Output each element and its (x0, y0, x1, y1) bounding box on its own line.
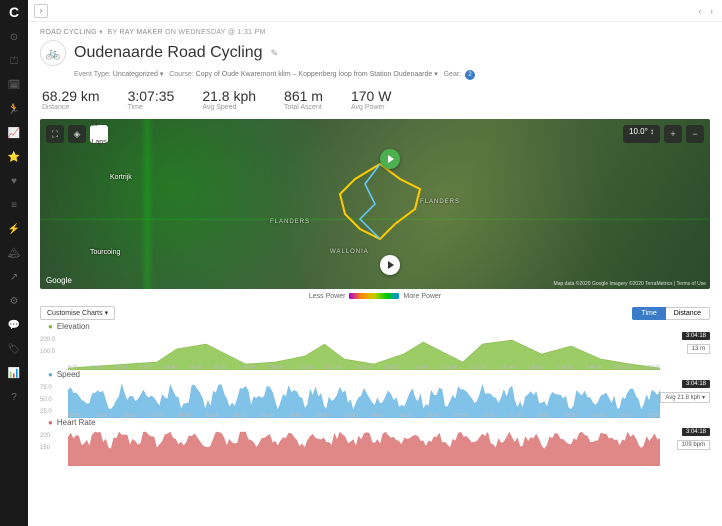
chart-header: Customise Charts ▾ Time Distance (40, 306, 710, 320)
map-laps-toggle[interactable]: ☐ Laps (90, 125, 108, 143)
chart-speed-value[interactable]: Avg 21.8 kph ▾ (660, 392, 710, 403)
activity-type-icon: 🚲 (40, 40, 66, 66)
chart-elevation-title: Elevation (48, 322, 90, 331)
course-select[interactable]: Copy of Oude Kwaremont klim – Koppenberg… (196, 71, 438, 78)
google-logo: Google (46, 276, 72, 285)
map-heading[interactable]: 10.0° ↕ (623, 125, 660, 143)
side-item-6[interactable]: ♥ (7, 174, 21, 188)
side-item-8[interactable]: ⚡ (7, 222, 21, 236)
next-activity[interactable]: › (707, 6, 716, 16)
chart-speed-endflag: 3:04:18 (682, 380, 710, 388)
breadcrumb: ROAD CYCLING ▾ BY RAY MAKER ON WEDNESDAY… (40, 28, 710, 36)
stat-ascent: 861 mTotal Ascent (284, 88, 323, 111)
map-controls-left: ⛶ ◈ ☐ Laps (46, 125, 108, 143)
meta-row: Event Type: Uncategorized ▾ Course: Copy… (74, 70, 710, 80)
chart-speed-title: Speed (48, 370, 80, 379)
side-item-5[interactable]: ⭐ (7, 150, 21, 164)
chart-elevation-yaxis: 200.0100.0 (40, 334, 55, 358)
toggle-time[interactable]: Time (632, 307, 665, 320)
map-city-tourcoing: Tourcoing (90, 249, 120, 256)
power-legend: Less PowerMore Power (40, 293, 710, 300)
side-item-12[interactable]: 💬 (7, 318, 21, 332)
side-item-13[interactable]: 🏷 (7, 342, 21, 356)
gear-badge[interactable]: 2 (465, 70, 475, 80)
side-item-7[interactable]: ≡ (7, 198, 21, 212)
app-logo: C (9, 4, 19, 20)
edit-title-icon[interactable]: ✎ (271, 48, 279, 59)
side-item-0[interactable]: ⊙ (7, 30, 21, 44)
map-region-flanders-1: FLANDERS (270, 219, 310, 225)
chart-hr-value: 109 bpm (677, 440, 710, 450)
map-layers-icon[interactable]: ◈ (68, 125, 86, 143)
side-item-3[interactable]: 🏃 (7, 102, 21, 116)
map-city-kortrijk: Kortrijk (110, 174, 132, 181)
side-item-15[interactable]: ? (7, 390, 21, 404)
content: ROAD CYCLING ▾ BY RAY MAKER ON WEDNESDAY… (28, 22, 722, 526)
toggle-distance[interactable]: Distance (666, 307, 710, 320)
breadcrumb-date: WEDNESDAY (178, 29, 225, 36)
stat-avgpower: 170 WAvg Power (351, 88, 391, 111)
chart-hr-title: Heart Rate (48, 418, 96, 427)
route-overlay (320, 159, 450, 249)
customise-charts-button[interactable]: Customise Charts ▾ (40, 306, 115, 320)
topbar: › ‹ › (28, 0, 722, 22)
map-attribution: Map data ©2020 Google Imagery ©2020 Terr… (554, 281, 706, 287)
route-play-button[interactable] (380, 255, 400, 275)
side-item-14[interactable]: 📊 (7, 366, 21, 380)
chart-hr-yaxis: 200150 (40, 430, 50, 454)
breadcrumb-time: 1:31 PM (238, 29, 266, 36)
stats-row: 68.29 kmDistance 3:07:35Time 21.8 kphAvg… (42, 88, 710, 111)
activity-title: Oudenaarde Road Cycling (74, 44, 263, 62)
app-sidebar: C ⊙ ⏍ 🗓 🏃 📈 ⭐ ♥ ≡ ⚡ 🏔 ↗ ⚙ 💬 🏷 📊 ? (0, 0, 28, 526)
stat-avgspeed: 21.8 kphAvg Speed (202, 88, 256, 111)
side-item-4[interactable]: 📈 (7, 126, 21, 140)
side-item-11[interactable]: ⚙ (7, 294, 21, 308)
prev-activity[interactable]: ‹ (695, 6, 704, 16)
breadcrumb-author[interactable]: RAY MAKER (120, 29, 163, 36)
chart-speed-yaxis: 75.050.025.0 (40, 382, 52, 418)
chart-hr-body (68, 430, 660, 466)
chart-speed-xaxis: 08:2016:4025:0033:2041:4050:0058:2006:40… (68, 413, 660, 419)
map-controls-right: 10.0° ↕ + − (623, 125, 704, 143)
chart-heartrate[interactable]: Heart Rate 200150 3:04:18 109 bpm (40, 420, 710, 466)
route-map[interactable]: Kortrijk Tourcoing FLANDERS FLANDERS WAL… (40, 119, 710, 289)
title-row: 🚲 Oudenaarde Road Cycling ✎ (40, 40, 710, 66)
legend-gradient (349, 293, 399, 299)
nav-arrows: ‹ › (695, 6, 716, 16)
time-distance-toggle: Time Distance (632, 307, 710, 320)
map-zoom-in[interactable]: + (664, 125, 682, 143)
chart-hr-endflag: 3:04:18 (682, 428, 710, 436)
chart-elevation-value: 13 m (687, 344, 710, 354)
map-region-wallonia: WALLONIA (330, 249, 369, 255)
chart-elevation[interactable]: Elevation 200.0100.0 3:04:18 13 m 8:2016… (40, 324, 710, 370)
chart-elevation-xaxis: 8:2016:4025:0033:2041:4050:0058:201:06:4… (68, 365, 660, 371)
side-item-1[interactable]: ⏍ (7, 54, 21, 68)
breadcrumb-category[interactable]: ROAD CYCLING (40, 29, 97, 36)
chart-speed[interactable]: Speed 75.050.025.0 3:04:18 Avg 21.8 kph … (40, 372, 710, 418)
event-type-select[interactable]: Uncategorized ▾ (113, 71, 164, 78)
route-start-marker[interactable] (380, 149, 400, 169)
chart-elevation-endflag: 3:04:18 (682, 332, 710, 340)
side-item-2[interactable]: 🗓 (7, 78, 21, 92)
map-zoom-out[interactable]: − (686, 125, 704, 143)
stat-time: 3:07:35Time (128, 88, 175, 111)
map-expand-icon[interactable]: ⛶ (46, 125, 64, 143)
side-item-10[interactable]: ↗ (7, 270, 21, 284)
back-button[interactable]: › (34, 4, 48, 18)
side-item-9[interactable]: 🏔 (7, 246, 21, 260)
stat-distance: 68.29 kmDistance (42, 88, 100, 111)
main-panel: › ‹ › ROAD CYCLING ▾ BY RAY MAKER ON WED… (28, 0, 722, 526)
